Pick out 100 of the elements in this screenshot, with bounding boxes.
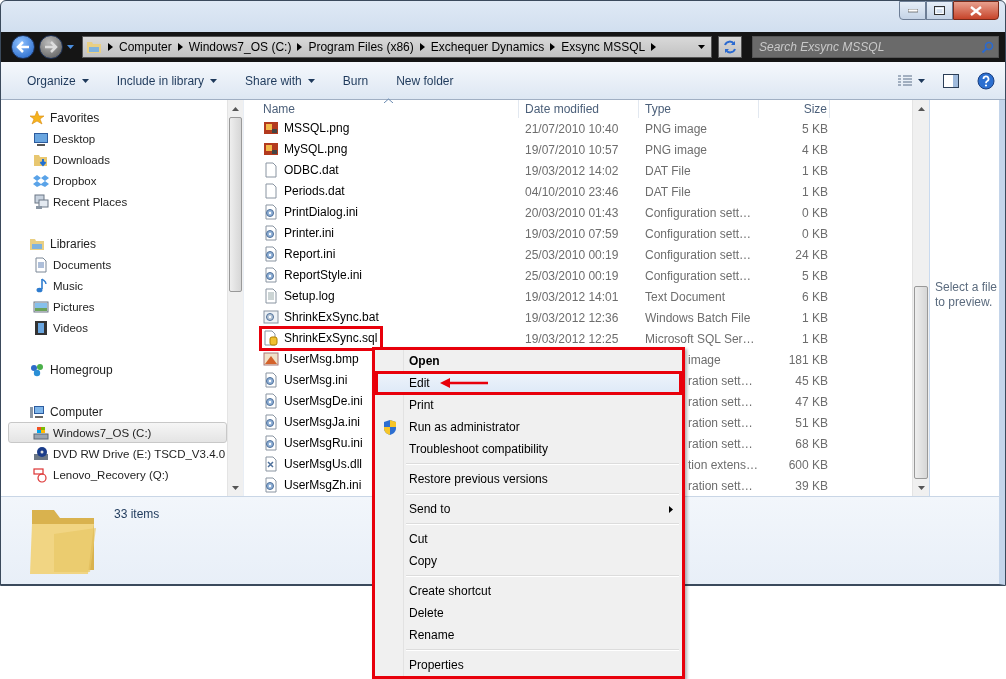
nav-item[interactable]: Desktop [8,128,227,149]
nav-item[interactable]: Recent Places [8,191,227,212]
menu-item[interactable]: Open [376,350,681,372]
menu-item[interactable]: Restore previous versions [376,468,681,490]
nav-item[interactable]: Favorites [8,107,227,128]
back-button[interactable] [11,35,35,59]
nav-item[interactable]: Downloads [8,149,227,170]
menu-item[interactable]: Cut [376,528,681,550]
column-header[interactable]: Name [257,100,519,118]
view-options-button[interactable] [896,72,927,89]
file-name[interactable]: MSSQL.png [261,117,354,139]
nav-item[interactable]: Homegroup [8,359,227,380]
toolbar-button[interactable]: Share with [239,69,321,92]
menu-item[interactable]: Properties [376,654,681,676]
menu-item[interactable]: Troubleshoot compatibility [376,438,681,460]
menu-item[interactable]: Run as administrator [376,416,681,438]
type-cell-text: Microsoft SQL Ser… [644,331,756,346]
nav-item[interactable]: Pictures [8,296,227,317]
file-name[interactable]: UserMsg.ini [261,369,352,391]
file-name[interactable]: ODBC.dat [261,159,343,181]
nav-item[interactable]: Libraries [8,233,227,254]
type-cell-text: tion extens… [687,457,759,472]
close-button[interactable] [953,1,999,20]
minimize-icon [907,8,918,13]
file-name[interactable]: UserMsgJa.ini [261,411,365,433]
file-name[interactable]: UserMsgRu.ini [261,432,367,454]
size-cell-text: 4 KB [801,142,829,157]
breadcrumb[interactable]: Program Files (x86) [308,40,414,54]
search-field[interactable]: Search Exsync MSSQL [752,36,999,58]
maximize-button[interactable] [926,1,953,20]
date-cell-text: 21/07/2010 10:40 [524,121,620,136]
file-name[interactable]: UserMsg.bmp [261,348,363,370]
size-cell-text: 6 KB [801,289,829,304]
forward-button[interactable] [39,35,63,59]
column-header[interactable]: Date modified [519,100,639,118]
file-name[interactable]: ShrinkExSync.bat [261,306,383,328]
file-name[interactable]: ShrinkExSync.sql [261,327,382,349]
file-name[interactable]: Report.ini [261,243,340,265]
maximize-icon [934,6,945,15]
date-cell-text: 20/03/2010 01:43 [524,205,620,220]
database-file-icon [263,330,279,347]
help-button[interactable] [975,69,997,92]
file-name[interactable]: PrintDialog.ini [261,201,363,223]
file-name[interactable]: Printer.ini [261,222,339,244]
toolbar-button[interactable]: Include in library [110,69,224,92]
scroll-up-icon[interactable] [232,106,239,111]
file-icon [263,162,279,179]
scroll-up-icon[interactable] [917,106,925,111]
size-cell-text: 45 KB [794,373,829,388]
file-name[interactable]: MySQL.png [261,138,352,160]
nav-item[interactable]: Videos [8,317,227,338]
refresh-button[interactable] [718,36,742,58]
file-name[interactable]: Setup.log [261,285,339,307]
nav-item[interactable]: Windows7_OS (C:) [8,422,227,443]
breadcrumb[interactable]: Computer [119,40,172,54]
preview-pane-button[interactable] [941,71,961,90]
type-cell-text: PNG image [644,142,709,157]
size-cell-text: 39 KB [794,478,829,493]
toolbar-button[interactable]: Organize [21,69,95,92]
scroll-down-icon[interactable] [232,485,239,490]
nav-item[interactable]: Documents [8,254,227,275]
nav-item[interactable]: Music [8,275,227,296]
type-cell-text: Configuration sett… [644,268,753,283]
column-header[interactable]: Type [639,100,759,118]
file-name[interactable]: Periods.dat [261,180,349,202]
caret-icon [698,45,705,49]
file-name[interactable]: UserMsgUs.dll [261,453,366,475]
address-bar[interactable]: Computer Windows7_OS (C:) Program Files (x86) Exchequer Dynamics Exsync MSSQL [82,36,712,58]
size-cell-text: 5 KB [801,268,829,283]
file-name[interactable]: UserMsgZh.ini [261,474,366,496]
scrollbar[interactable] [912,100,929,496]
breadcrumb[interactable]: Exchequer Dynamics [430,40,545,54]
scroll-down-icon[interactable] [917,485,925,490]
nav-item[interactable]: Dropbox [8,170,227,191]
toolbar-button[interactable]: Burn [336,69,375,92]
toolbar-button[interactable]: New folder [390,69,460,92]
menu-item[interactable]: Copy [376,550,681,572]
search-icon [981,41,994,54]
nav-item[interactable]: DVD RW Drive (E:) TSCD_V3.4.0 [8,443,227,464]
size-cell-text: 68 KB [794,436,829,451]
list-view-icon [898,74,912,87]
menu-item[interactable]: Delete [376,602,681,624]
menu-item[interactable]: Create shortcut [376,580,681,602]
file-name[interactable]: UserMsgDe.ini [261,390,367,412]
menu-item[interactable]: Rename [376,624,681,646]
minimize-button[interactable] [899,1,926,20]
caret-icon [81,78,89,83]
menu-item[interactable]: Print [376,394,681,416]
file-name[interactable]: ReportStyle.ini [261,264,367,286]
breadcrumb[interactable]: Windows7_OS (C:) [188,40,292,54]
nav-item[interactable]: Lenovo_Recovery (Q:) [8,464,227,485]
menu-item[interactable]: Edit [376,372,681,394]
nav-item[interactable]: Computer [8,401,227,422]
size-cell-text: 0 KB [801,205,829,220]
scrollbar[interactable] [227,100,243,496]
menu-item[interactable]: Send to [376,498,681,520]
chevron-icon [550,43,556,51]
size-cell-text: 24 KB [794,247,829,262]
column-header[interactable]: Size [759,100,830,118]
breadcrumb[interactable]: Exsync MSSQL [561,40,646,54]
